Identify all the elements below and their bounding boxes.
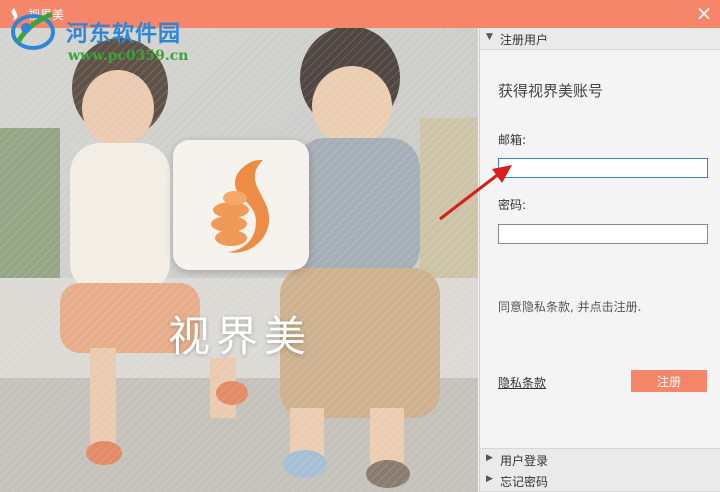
login-section-label: 用户登录 [500, 454, 549, 468]
register-section-label: 注册用户 [500, 33, 549, 47]
register-heading: 获得视界美账号 [498, 82, 604, 100]
password-field[interactable] [498, 224, 708, 244]
thumbs-up-logo-icon [211, 160, 270, 253]
watermark-logo-icon [11, 11, 55, 50]
email-field[interactable] [498, 158, 708, 178]
side-panel: ▼ 注册用户 获得视界美账号 邮箱: 密码: 同意隐私条款, 并点击注册. 隐私… [479, 28, 720, 492]
email-label: 邮箱: [498, 133, 527, 147]
forgot-password-section-header[interactable]: ▶ 忘记密码 [480, 470, 720, 492]
agree-text: 同意隐私条款, 并点击注册. [498, 300, 642, 314]
watermark-title: 河东软件园 [66, 21, 182, 47]
hero-image: 视界美 [0, 28, 478, 492]
watermark-url: www.pc0359.cn [68, 48, 189, 64]
annotation-arrow-icon [439, 165, 512, 221]
collapsed-arrow-icon: ▶ [486, 453, 493, 463]
close-button[interactable]: × [688, 0, 720, 28]
register-button[interactable]: 注册 [631, 370, 707, 392]
expanded-arrow-icon: ▼ [486, 32, 493, 42]
register-section-header[interactable]: ▼ 注册用户 [480, 28, 720, 50]
forgot-password-section-label: 忘记密码 [500, 475, 549, 489]
app-logo-card [173, 140, 309, 270]
privacy-link[interactable]: 隐私条款 [498, 374, 546, 391]
login-section-header[interactable]: ▶ 用户登录 [480, 448, 720, 471]
close-icon: × [695, 1, 713, 25]
app-window: 视界美 × 河东软件园 www.pc0359.cn 视界美 ▼ 注册用户 获得视… [0, 0, 720, 492]
brand-name: 视界美 [167, 312, 312, 361]
collapsed-arrow-icon: ▶ [486, 474, 493, 484]
